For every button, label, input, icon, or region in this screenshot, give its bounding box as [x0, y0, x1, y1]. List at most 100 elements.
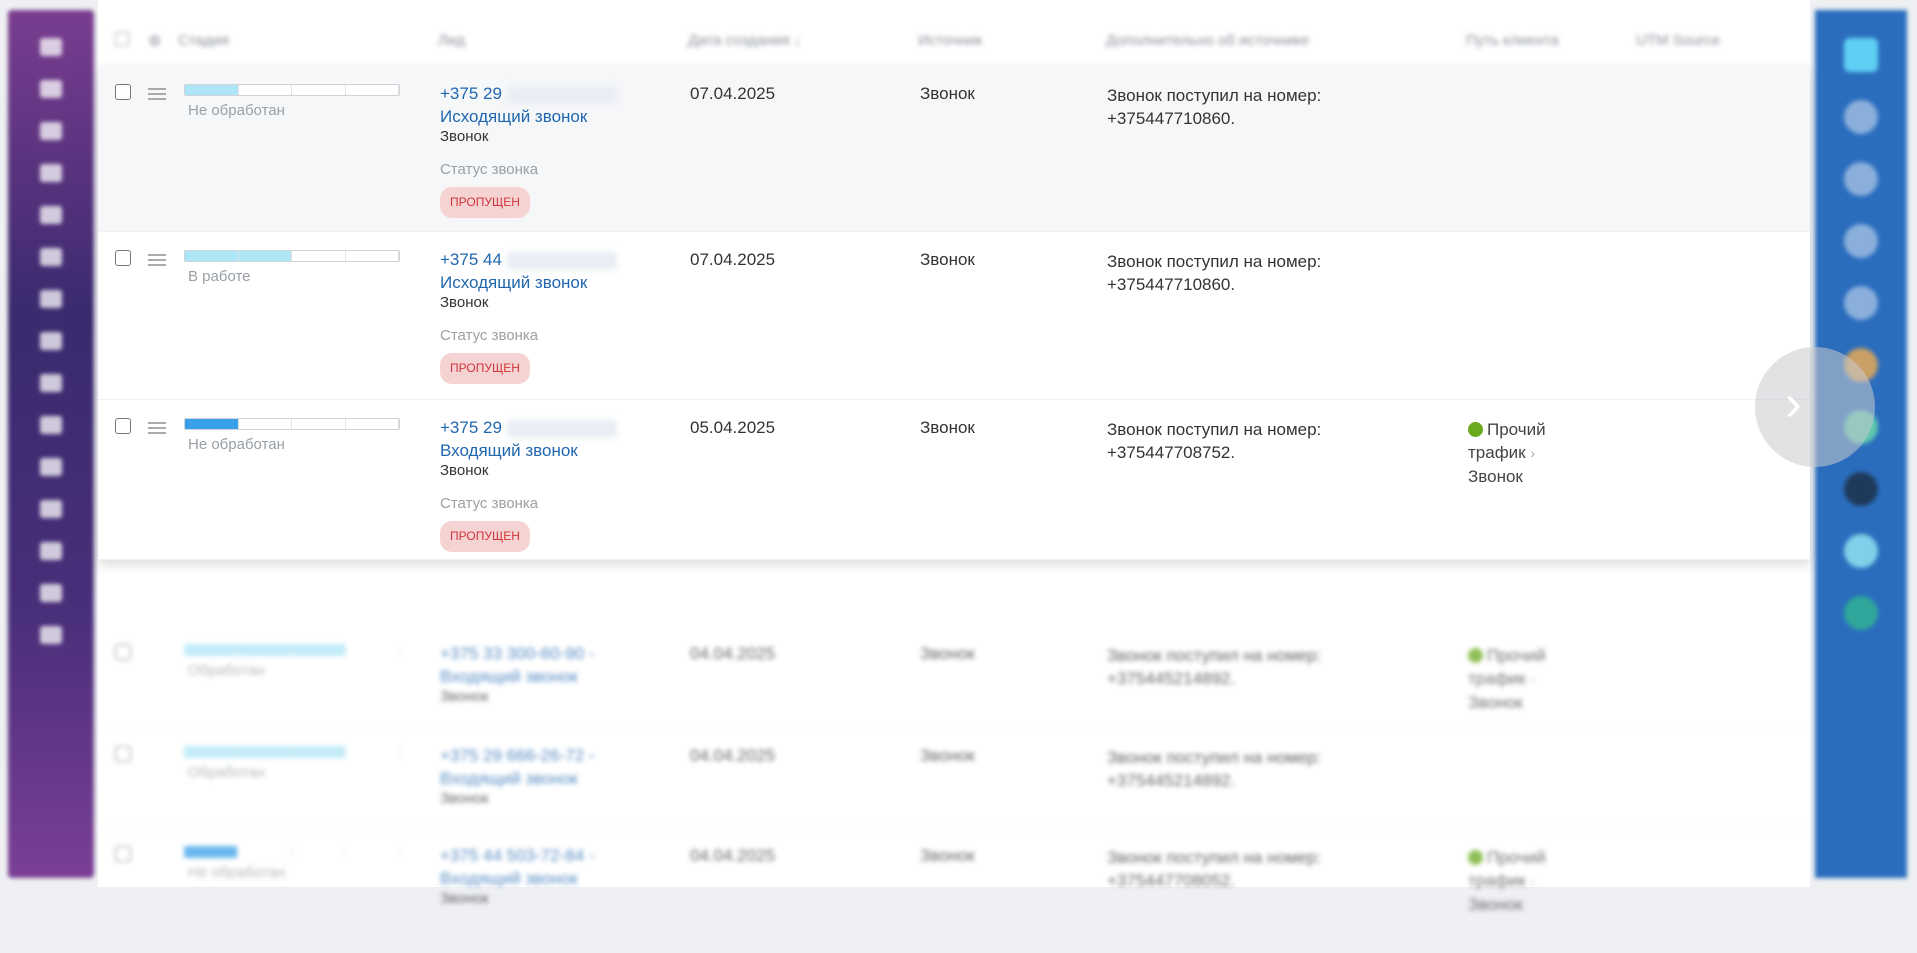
chevron-right-icon: ›	[1530, 671, 1536, 687]
avatar[interactable]	[1844, 534, 1878, 568]
table-row[interactable]: В работе +375 44 Исходящий звонок Звонок…	[98, 232, 1810, 400]
col-client-path[interactable]: Путь клиента	[1466, 32, 1559, 49]
source-extra-number: +375447710860.	[1107, 275, 1236, 294]
stage-label: Не обработан	[188, 436, 285, 453]
source-extra: Звонок поступил на номер: +375447708752.	[1107, 418, 1321, 464]
lead-link[interactable]: Исходящий звонок	[440, 105, 617, 128]
drag-handle-icon[interactable]	[148, 422, 166, 434]
row-checkbox[interactable]	[115, 418, 131, 434]
row-checkbox[interactable]	[115, 746, 131, 762]
source-extra-number: +375447708052.	[1107, 871, 1236, 890]
marketing-icon[interactable]	[40, 500, 62, 518]
col-source-extra[interactable]: Дополнительно об источнике	[1106, 32, 1309, 49]
created-date: 04.04.2025	[690, 846, 776, 865]
lead-type: Звонок	[440, 688, 489, 705]
lead-link[interactable]: Входящий звонок	[440, 439, 617, 462]
analytics-icon[interactable]	[40, 458, 62, 476]
col-source[interactable]: Источник	[918, 32, 982, 49]
lead-phone[interactable]: +375 44	[440, 250, 502, 269]
col-utm-source[interactable]: UTM Source	[1636, 32, 1720, 49]
table-row[interactable]: Не обработан +375 29 Входящий звонок Зво…	[98, 400, 1810, 560]
lead-type: Звонок	[440, 128, 489, 145]
traffic-leaf-icon	[1468, 850, 1483, 865]
client-path[interactable]: Прочий трафик › Звонок	[1468, 644, 1546, 714]
timer-icon[interactable]	[1844, 224, 1878, 258]
call-status-label: Статус звонка	[440, 327, 539, 344]
stage-progress[interactable]	[184, 84, 400, 96]
path-step: трафик	[1468, 871, 1526, 890]
col-created[interactable]: Дата создания ↓	[688, 32, 801, 49]
avatar[interactable]	[1844, 596, 1878, 630]
select-all-checkbox[interactable]	[115, 32, 129, 46]
search-icon[interactable]	[1844, 286, 1878, 320]
stage-progress[interactable]	[184, 250, 400, 262]
crm-icon[interactable]	[40, 164, 62, 182]
calendar-icon[interactable]	[40, 248, 62, 266]
path-step: Прочий	[1487, 646, 1546, 665]
shop-icon[interactable]	[40, 374, 62, 392]
stage-progress[interactable]	[184, 846, 400, 858]
lead-phone[interactable]: +375 29	[440, 418, 502, 437]
row-checkbox[interactable]	[115, 84, 131, 100]
lead-link[interactable]: Исходящий звонок	[440, 271, 617, 294]
favorites-icon[interactable]	[1844, 162, 1878, 196]
chat-icon[interactable]	[1844, 38, 1878, 72]
stage-progress[interactable]	[184, 746, 400, 758]
lead-phone[interactable]: +375 29 666-26-72 -	[440, 744, 595, 767]
row-checkbox[interactable]	[115, 846, 131, 862]
col-lead[interactable]: Лид	[438, 32, 465, 49]
created-date: 07.04.2025	[690, 84, 776, 103]
stage-progress[interactable]	[184, 644, 400, 656]
path-step: Звонок	[1468, 467, 1523, 486]
table-row[interactable]: Не обработан +375 29 Исходящий звонок Зв…	[98, 66, 1810, 232]
chat-icon[interactable]	[40, 206, 62, 224]
stage-label: Не обработан	[188, 102, 285, 119]
lead-phone[interactable]: +375 33 300-60-90 -	[440, 642, 595, 665]
notifications-icon[interactable]	[1844, 100, 1878, 134]
tasks-icon[interactable]	[40, 122, 62, 140]
lead-link[interactable]: Входящий звонок	[440, 767, 595, 790]
source-extra-line: Звонок поступил на номер:	[1107, 420, 1322, 439]
contacts-icon[interactable]	[40, 332, 62, 350]
settings-icon[interactable]	[40, 584, 62, 602]
sites-icon[interactable]	[40, 416, 62, 434]
menu-icon[interactable]	[40, 38, 62, 56]
source: Звонок	[920, 250, 975, 269]
table-row[interactable]: Не обработан +375 44 503-72-84 - Входящий…	[98, 828, 1810, 953]
drag-handle-icon[interactable]	[148, 254, 166, 266]
cloud-icon[interactable]	[40, 626, 62, 644]
source-extra-line: Звонок поступил на номер:	[1107, 86, 1322, 105]
path-step: Звонок	[1468, 895, 1523, 914]
client-path[interactable]: Прочий трафик › Звонок	[1468, 418, 1546, 488]
lead-type: Звонок	[440, 462, 489, 479]
table-row[interactable]: Обработан +375 29 666-26-72 - Входящий зв…	[98, 728, 1810, 828]
drag-handle-icon[interactable]	[148, 88, 166, 100]
path-step: Прочий	[1487, 420, 1546, 439]
automation-icon[interactable]	[40, 542, 62, 560]
row-checkbox[interactable]	[115, 644, 131, 660]
scroll-right-button[interactable]: ›	[1755, 347, 1875, 467]
client-path[interactable]: Прочий трафик › Звонок	[1468, 846, 1546, 916]
lead-link[interactable]: Входящий звонок	[440, 665, 595, 688]
documents-icon[interactable]	[40, 290, 62, 308]
feed-icon[interactable]	[40, 80, 62, 98]
status-badge: ПРОПУЩЕН	[440, 521, 530, 552]
avatar[interactable]	[1844, 472, 1878, 506]
stage-progress[interactable]	[184, 418, 400, 430]
lead-phone[interactable]: +375 44 503-72-84 -	[440, 844, 595, 867]
source-extra-number: +375445214892.	[1107, 669, 1236, 688]
lead-type: Звонок	[440, 790, 489, 807]
source-extra-line: Звонок поступил на номер:	[1107, 646, 1322, 665]
source-extra-line: Звонок поступил на номер:	[1107, 252, 1322, 271]
deal-list: ⚙ Стадия Лид Дата создания ↓ Источник До…	[98, 0, 1810, 953]
phone-mask	[506, 419, 617, 438]
call-status-label: Статус звонка	[440, 161, 539, 178]
col-stage[interactable]: Стадия	[178, 32, 229, 49]
lead-phone[interactable]: +375 29	[440, 84, 502, 103]
settings-icon[interactable]: ⚙	[148, 32, 161, 50]
table-row[interactable]: Обработан +375 33 300-60-90 - Входящий зв…	[98, 626, 1810, 728]
traffic-leaf-icon	[1468, 648, 1483, 663]
row-checkbox[interactable]	[115, 250, 131, 266]
status-badge: ПРОПУЩЕН	[440, 353, 530, 384]
source: Звонок	[920, 746, 975, 765]
